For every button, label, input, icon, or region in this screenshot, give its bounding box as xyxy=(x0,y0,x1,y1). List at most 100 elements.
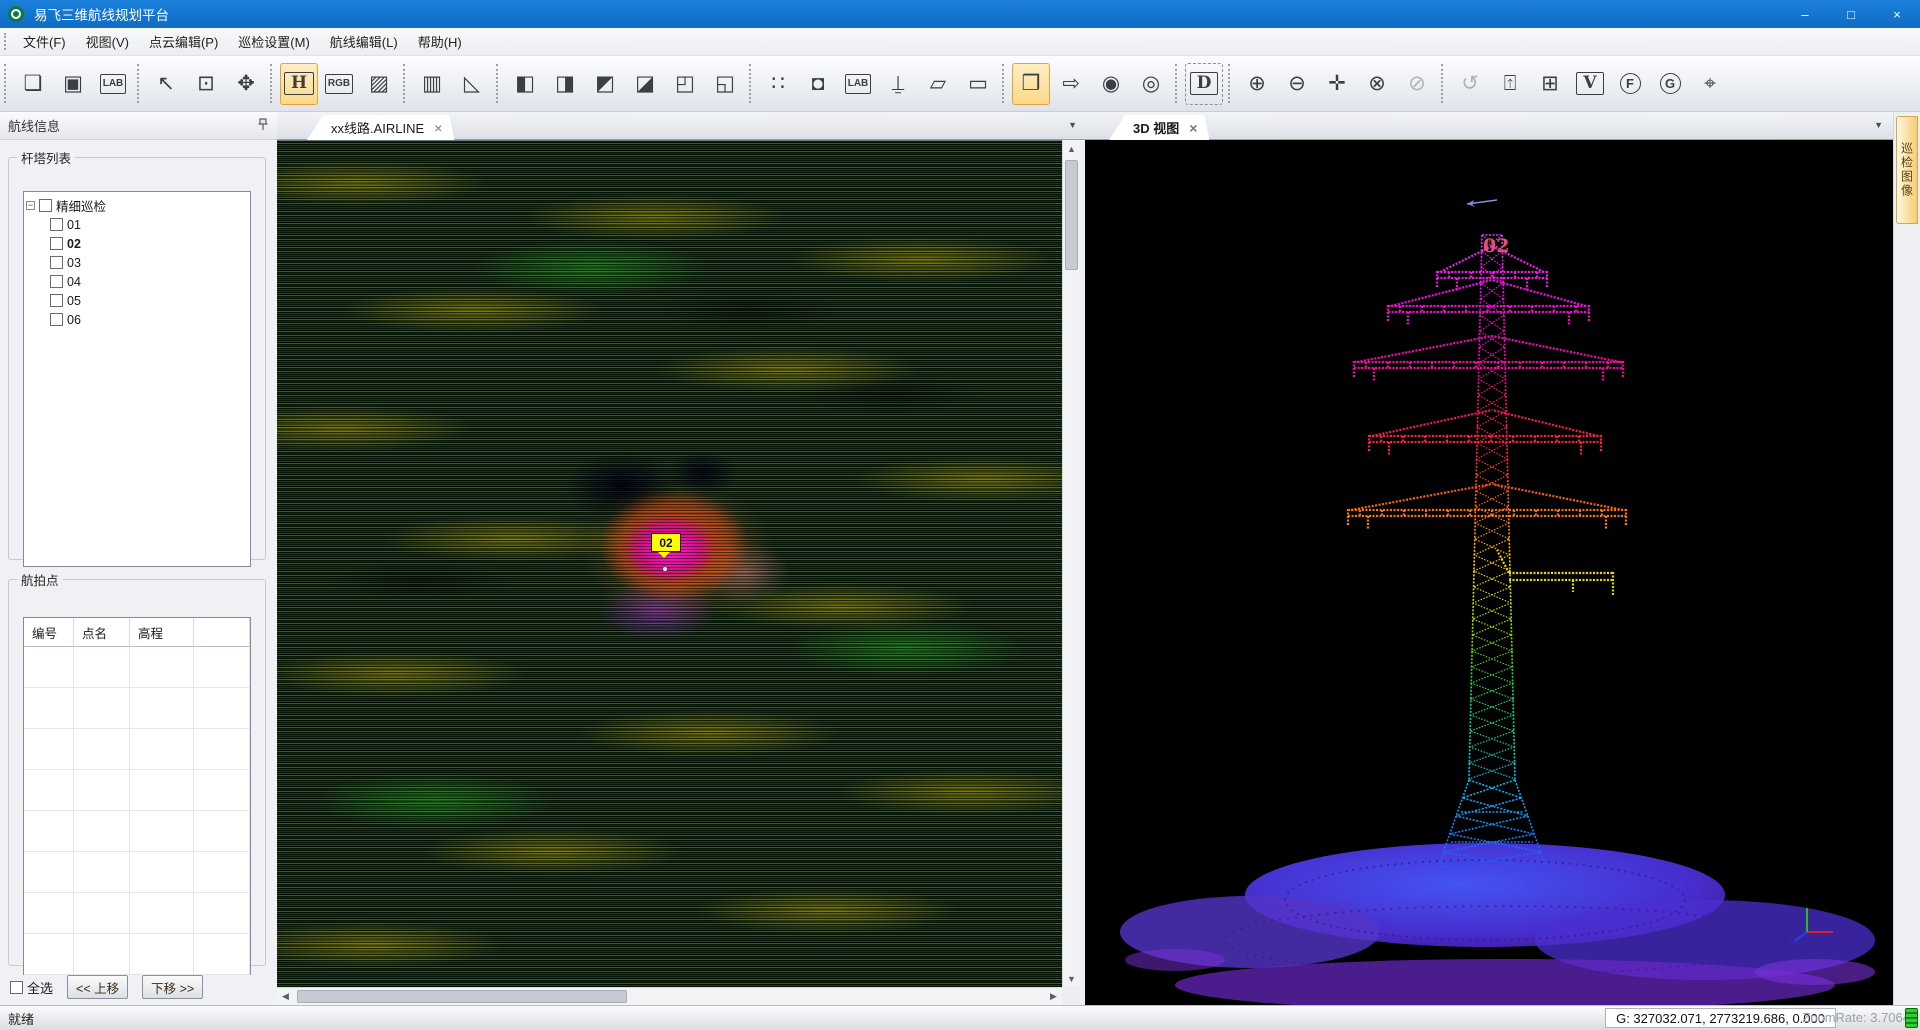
view3d-tab-dropdown-icon[interactable]: ▼ xyxy=(1874,120,1883,130)
fit-screen-button[interactable]: ⌖ xyxy=(1691,63,1729,105)
ground-pointcloud xyxy=(1120,843,1875,1005)
export-view-button[interactable]: ⇨ xyxy=(1052,63,1090,105)
add-viewport-button[interactable]: ⊞ xyxy=(1531,63,1569,105)
table-cell xyxy=(130,770,194,811)
inspection-image-side-tab[interactable]: 巡检图像 xyxy=(1896,116,1918,224)
tab-airline[interactable]: xx线路.AIRLINE × xyxy=(307,115,454,140)
measure-area-button[interactable]: ◺ xyxy=(453,63,491,105)
tree-root-checkbox[interactable] xyxy=(39,199,52,212)
zoom-in-point-button[interactable]: ⊕ xyxy=(1238,63,1276,105)
minimize-button[interactable]: – xyxy=(1782,0,1828,28)
tree-item-04[interactable]: 04 xyxy=(26,272,248,291)
table-cell xyxy=(24,811,74,852)
menu-item-视图(V)[interactable]: 视图(V) xyxy=(76,31,139,54)
tree-item-01[interactable]: 01 xyxy=(26,215,248,234)
pointcloud-3d-viewport[interactable]: 02 xyxy=(1085,140,1893,1005)
view-left-button[interactable]: ◩ xyxy=(586,63,624,105)
scroll-left-icon[interactable]: ◀ xyxy=(277,988,294,1005)
erase-points-button[interactable]: ▱ xyxy=(919,63,957,105)
tree-item-checkbox[interactable] xyxy=(50,294,63,307)
move-up-button[interactable]: << 上移 xyxy=(67,975,128,999)
view-top-button[interactable]: ◰ xyxy=(666,63,704,105)
tree-item-02[interactable]: 02 xyxy=(26,234,248,253)
horizontal-scroll-thumb[interactable] xyxy=(297,990,627,1003)
view2d-vertical-scrollbar[interactable]: ▲ ▼ xyxy=(1062,140,1079,987)
g-mode-button[interactable]: G xyxy=(1651,63,1689,105)
d-mode-button[interactable]: D xyxy=(1185,63,1223,105)
tree-item-checkbox[interactable] xyxy=(50,256,63,269)
view-bottom-button[interactable]: ◱ xyxy=(706,63,744,105)
save-file-button[interactable]: ▣ xyxy=(54,63,92,105)
rgb-render-button[interactable]: RGB xyxy=(320,63,358,105)
tree-item-06[interactable]: 06 xyxy=(26,310,248,329)
pin-icon[interactable] xyxy=(257,118,269,134)
height-render-button[interactable]: H xyxy=(280,63,318,105)
view2d-tab-dropdown-icon[interactable]: ▼ xyxy=(1068,120,1077,130)
photo-eye-button[interactable]: ◉ xyxy=(1092,63,1130,105)
table-cell xyxy=(130,647,194,688)
table-cell xyxy=(74,688,130,729)
f-mode-button[interactable]: F xyxy=(1611,63,1649,105)
view-right-button[interactable]: ◪ xyxy=(626,63,664,105)
tower-02-marker[interactable]: 02 xyxy=(651,533,681,552)
tab-3d-label: 3D 视图 xyxy=(1133,118,1179,137)
image-render-icon: ▨ xyxy=(369,73,389,94)
scroll-up-icon[interactable]: ▲ xyxy=(1063,140,1080,157)
cube-view-button[interactable]: ❒ xyxy=(1012,63,1050,105)
tree-item-05[interactable]: 05 xyxy=(26,291,248,310)
tab-3d-view[interactable]: 3D 视图 × xyxy=(1109,115,1209,140)
vertical-scroll-thumb[interactable] xyxy=(1065,160,1078,270)
delete-point-button[interactable]: ⊗ xyxy=(1358,63,1396,105)
toolbar-grip xyxy=(1228,64,1233,103)
scroll-right-icon[interactable]: ▶ xyxy=(1045,988,1062,1005)
tree-item-03[interactable]: 03 xyxy=(26,253,248,272)
rect-select-button[interactable]: ▭ xyxy=(959,63,997,105)
view-front-button[interactable]: ◧ xyxy=(506,63,544,105)
menu-item-文件(F)[interactable]: 文件(F) xyxy=(13,31,76,54)
zoom-extents-button[interactable]: ↖ xyxy=(147,63,185,105)
classify-stamp-button[interactable]: ⍊ xyxy=(879,63,917,105)
image-render-button[interactable]: ▨ xyxy=(360,63,398,105)
fit-selection-button[interactable]: ⍐ xyxy=(1491,63,1529,105)
tree-item-checkbox[interactable] xyxy=(50,275,63,288)
zoom-extents-icon: ↖ xyxy=(157,73,175,94)
tree-item-checkbox[interactable] xyxy=(50,218,63,231)
tower-list-group: 杆塔列表 −精细巡检010203040506 xyxy=(8,148,266,560)
v-mode-button[interactable]: V xyxy=(1571,63,1609,105)
scroll-down-icon[interactable]: ▼ xyxy=(1063,970,1080,987)
move-down-button[interactable]: 下移 >> xyxy=(142,975,203,999)
toolbar: ❏▣LAB↖⊡✥HRGB▨▥◺◧◨◩◪◰◱∷◘LAB⍊▱▭❒⇨◉◎D⊕⊖✛⊗⊘↺… xyxy=(0,56,1920,112)
tree-item-checkbox[interactable] xyxy=(50,237,63,250)
pointcloud-2d-viewport[interactable]: 02 xyxy=(277,140,1062,987)
menu-item-航线编辑(L)[interactable]: 航线编辑(L) xyxy=(320,31,408,54)
select-all-checkbox[interactable] xyxy=(10,981,23,994)
select-points-button[interactable]: ◘ xyxy=(799,63,837,105)
menu-item-点云编辑(P)[interactable]: 点云编辑(P) xyxy=(139,31,228,54)
pan-view-button[interactable]: ✥ xyxy=(227,63,265,105)
column-header-高程[interactable]: 高程 xyxy=(130,618,194,647)
column-header-点名[interactable]: 点名 xyxy=(74,618,130,647)
zoom-window-button[interactable]: ⊡ xyxy=(187,63,225,105)
import-lab-button[interactable]: LAB xyxy=(94,63,132,105)
tree-root-row[interactable]: −精细巡检 xyxy=(26,196,248,215)
tab-3d-close-icon[interactable]: × xyxy=(1189,120,1197,136)
menu-item-巡检设置(M)[interactable]: 巡检设置(M) xyxy=(228,31,320,54)
view3d-pane: 3D 视图 × ▼ xyxy=(1085,112,1893,1005)
measure-ruler-button[interactable]: ▥ xyxy=(413,63,451,105)
tab-airline-close-icon[interactable]: × xyxy=(434,120,442,136)
profile-line-button[interactable]: ∷ xyxy=(759,63,797,105)
label-points-button[interactable]: LAB xyxy=(839,63,877,105)
back-view-button[interactable]: ⊖ xyxy=(1278,63,1316,105)
view-left-icon: ◩ xyxy=(595,73,615,94)
tree-expander-icon[interactable]: − xyxy=(26,201,35,210)
menu-item-帮助(H)[interactable]: 帮助(H) xyxy=(408,31,472,54)
maximize-button[interactable]: □ xyxy=(1828,0,1874,28)
spiral-eye-button[interactable]: ◎ xyxy=(1132,63,1170,105)
view-back-button[interactable]: ◨ xyxy=(546,63,584,105)
move-point-button[interactable]: ✛ xyxy=(1318,63,1356,105)
close-button[interactable]: × xyxy=(1874,0,1920,28)
view2d-horizontal-scrollbar[interactable]: ◀ ▶ xyxy=(277,987,1062,1005)
tree-item-checkbox[interactable] xyxy=(50,313,63,326)
column-header-编号[interactable]: 编号 xyxy=(24,618,74,647)
open-file-button[interactable]: ❏ xyxy=(14,63,52,105)
